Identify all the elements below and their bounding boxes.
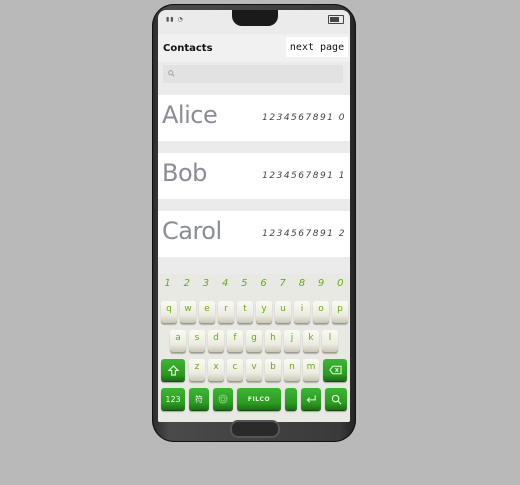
contact-phone: 1234567891 1 <box>262 171 346 181</box>
search-bar[interactable] <box>163 65 343 85</box>
key-d[interactable]: d <box>208 330 224 352</box>
key-p[interactable]: p <box>332 301 348 323</box>
shift-icon <box>167 364 179 376</box>
key-f[interactable]: f <box>227 330 243 352</box>
key-j[interactable]: j <box>284 330 300 352</box>
phone-bottom-bezel <box>152 420 356 442</box>
camera-notch <box>232 10 278 26</box>
search-icon <box>331 394 341 404</box>
key-2[interactable]: 2 <box>178 278 195 294</box>
key-n[interactable]: n <box>284 359 300 381</box>
search-input[interactable] <box>177 65 341 85</box>
search-icon <box>168 70 175 77</box>
key-r[interactable]: r <box>218 301 234 323</box>
key-w[interactable]: w <box>180 301 196 323</box>
page-title: Contacts <box>163 43 213 54</box>
key-6[interactable]: 6 <box>255 278 272 294</box>
number-row: 1 2 3 4 5 6 7 8 9 0 <box>158 278 350 294</box>
contact-row[interactable]: Alice 1234567891 0 <box>158 95 350 141</box>
enter-key[interactable] <box>301 388 321 410</box>
keyboard: 1 2 3 4 5 6 7 8 9 0 q w e r t y u i o p <box>158 274 350 422</box>
signal-icon: ▮▮ ◔ <box>166 16 184 23</box>
home-button[interactable] <box>230 420 280 438</box>
fingerprint-icon <box>218 394 228 404</box>
key-8[interactable]: 8 <box>293 278 310 294</box>
key-g[interactable]: g <box>246 330 262 352</box>
key-x[interactable]: x <box>208 359 224 381</box>
symbols-key[interactable]: 符 <box>189 388 209 410</box>
key-s[interactable]: s <box>189 330 205 352</box>
key-z[interactable]: z <box>189 359 205 381</box>
return-icon <box>306 395 316 403</box>
backspace-key[interactable] <box>323 359 347 381</box>
key-5[interactable]: 5 <box>236 278 253 294</box>
emoji-key[interactable] <box>213 388 233 410</box>
key-e[interactable]: e <box>199 301 215 323</box>
shift-key[interactable] <box>161 359 185 381</box>
phone-screen: ▮▮ ◔ Contacts next page Alice 1234567891… <box>158 10 350 422</box>
key-u[interactable]: u <box>275 301 291 323</box>
phone-frame: ▮▮ ◔ Contacts next page Alice 1234567891… <box>152 4 356 442</box>
numbers-key[interactable]: 123 <box>161 388 185 410</box>
contact-row[interactable]: Bob 1234567891 1 <box>158 153 350 199</box>
key-o[interactable]: o <box>313 301 329 323</box>
key-b[interactable]: b <box>265 359 281 381</box>
contact-row[interactable]: Carol 1234567891 2 <box>158 211 350 257</box>
contact-name: Bob <box>162 159 207 187</box>
key-9[interactable]: 9 <box>313 278 330 294</box>
key-i[interactable]: i <box>294 301 310 323</box>
key-q[interactable]: q <box>161 301 177 323</box>
key-a[interactable]: a <box>170 330 186 352</box>
key-7[interactable]: 7 <box>274 278 291 294</box>
key-m[interactable]: m <box>303 359 319 381</box>
search-key[interactable] <box>325 388 347 410</box>
key-1[interactable]: 1 <box>159 278 176 294</box>
key-3[interactable]: 3 <box>197 278 214 294</box>
backspace-icon <box>328 365 342 375</box>
next-page-button[interactable]: next page <box>286 37 348 57</box>
key-y[interactable]: y <box>256 301 272 323</box>
key-l[interactable]: l <box>322 330 338 352</box>
contact-name: Carol <box>162 217 222 245</box>
contact-phone: 1234567891 0 <box>262 113 346 123</box>
space-key[interactable]: FILCO <box>237 388 281 410</box>
key-k[interactable]: k <box>303 330 319 352</box>
key-h[interactable]: h <box>265 330 281 352</box>
key-0[interactable]: 0 <box>332 278 349 294</box>
key-c[interactable]: c <box>227 359 243 381</box>
contact-name: Alice <box>162 101 218 129</box>
status-right <box>328 15 344 24</box>
key-v[interactable]: v <box>246 359 262 381</box>
battery-icon <box>328 15 344 24</box>
app-header: Contacts next page <box>158 34 350 62</box>
key-4[interactable]: 4 <box>217 278 234 294</box>
key-t[interactable]: t <box>237 301 253 323</box>
period-key[interactable] <box>285 388 297 410</box>
contact-phone: 1234567891 2 <box>262 229 346 239</box>
